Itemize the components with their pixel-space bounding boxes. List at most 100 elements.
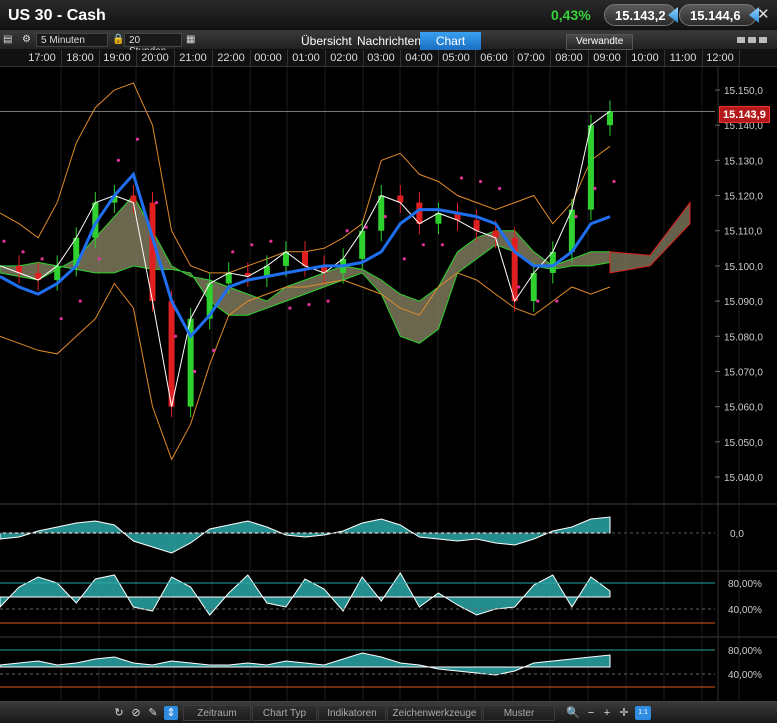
bid-price-button[interactable]: 15.143,2 bbox=[604, 4, 678, 26]
price-axis-label: 15.110,0 bbox=[724, 227, 763, 238]
sar-dot bbox=[59, 317, 63, 321]
time-tick: 07:00 bbox=[517, 52, 545, 64]
zoom-in-icon[interactable]: + bbox=[600, 706, 614, 720]
sar-dot bbox=[459, 176, 464, 180]
time-tick: 22:00 bbox=[217, 52, 245, 64]
time-tick-separator bbox=[550, 50, 551, 67]
sar-dot bbox=[402, 257, 406, 261]
time-tick-separator bbox=[702, 50, 703, 67]
time-tick-separator bbox=[61, 50, 62, 67]
candle-body bbox=[568, 209, 575, 252]
scale-icon[interactable]: 1:1 bbox=[635, 706, 651, 720]
ask-price-button[interactable]: 15.144,6 bbox=[679, 4, 759, 26]
candle-body bbox=[530, 272, 537, 302]
sar-dot bbox=[269, 239, 273, 243]
sar-dot bbox=[593, 186, 597, 191]
time-tick: 12:00 bbox=[706, 52, 734, 64]
sar-dot bbox=[421, 243, 425, 247]
tab-overview[interactable]: Übersicht bbox=[295, 32, 358, 50]
time-tick: 21:00 bbox=[179, 52, 207, 64]
drawing-mode-icon[interactable]: ⇕ bbox=[164, 706, 178, 720]
chart-type-button[interactable]: Chart Typ bbox=[252, 705, 317, 721]
sar-dot bbox=[498, 186, 502, 191]
time-tick: 17:00 bbox=[28, 52, 56, 64]
time-tick-separator bbox=[212, 50, 213, 67]
time-tick: 01:00 bbox=[292, 52, 320, 64]
close-icon[interactable]: ✕ bbox=[757, 5, 770, 23]
gear-icon[interactable]: ⚙ bbox=[22, 34, 31, 45]
price-axis-label: 15.060,0 bbox=[724, 403, 763, 414]
price-axis-label: 15.100,0 bbox=[724, 262, 763, 273]
price-axis-label: 15.150,0 bbox=[724, 86, 763, 97]
sar-dot bbox=[21, 250, 25, 254]
tab-chart[interactable]: Chart bbox=[420, 32, 481, 50]
lock-icon[interactable]: 🔒 bbox=[112, 34, 124, 45]
tab-news[interactable]: Nachrichten bbox=[351, 32, 427, 50]
restore-icon[interactable] bbox=[748, 37, 756, 43]
cancel-icon[interactable]: ⊘ bbox=[129, 706, 143, 720]
macd-histogram bbox=[0, 516, 611, 554]
sar-dot bbox=[555, 299, 559, 303]
period-button[interactable]: Zeitraum bbox=[183, 705, 251, 721]
sar-dot bbox=[345, 229, 349, 233]
time-tick-separator bbox=[250, 50, 251, 67]
candle-body bbox=[168, 301, 175, 407]
zoom-out-icon[interactable]: − bbox=[584, 706, 598, 720]
rsi-axis-label: 80,00% bbox=[728, 646, 762, 657]
time-tick: 10:00 bbox=[631, 52, 659, 64]
rsi-axis-label: 40,00% bbox=[728, 670, 762, 681]
time-tick-separator bbox=[475, 50, 476, 67]
candle-body bbox=[587, 125, 594, 210]
time-tick: 02:00 bbox=[330, 52, 358, 64]
sar-dot bbox=[517, 285, 521, 289]
related-button[interactable]: Verwandte bbox=[566, 34, 634, 50]
sar-dot bbox=[154, 200, 159, 205]
time-tick: 06:00 bbox=[480, 52, 508, 64]
candle-body bbox=[378, 195, 385, 231]
time-tick-separator bbox=[588, 50, 589, 67]
candle-body bbox=[549, 251, 556, 273]
time-tick-separator bbox=[325, 50, 326, 67]
time-tick: 00:00 bbox=[254, 52, 282, 64]
candle-body bbox=[149, 202, 156, 302]
price-axis-label: 15.090,0 bbox=[724, 297, 763, 308]
time-tick: 20:00 bbox=[141, 52, 169, 64]
pencil-icon[interactable]: ✎ bbox=[146, 706, 160, 720]
price-axis-label: 15.130,0 bbox=[724, 156, 763, 167]
minimize-icon[interactable] bbox=[737, 37, 745, 43]
sar-dot bbox=[135, 137, 140, 141]
candle-body bbox=[416, 202, 423, 224]
rsi-oscillator bbox=[0, 652, 611, 676]
drawing-tools-button[interactable]: Zeichenwerkzeuge bbox=[387, 705, 482, 721]
price-axis-label: 15.120,0 bbox=[724, 192, 763, 203]
sar-dot bbox=[326, 299, 330, 303]
calendar-icon[interactable]: ▦ bbox=[186, 34, 195, 45]
sar-dot bbox=[383, 215, 387, 219]
time-tick-separator bbox=[287, 50, 288, 67]
refresh-icon[interactable]: ↻ bbox=[112, 706, 126, 720]
sar-dot bbox=[307, 303, 311, 307]
ask-price: 15.144,6 bbox=[690, 8, 741, 23]
list-icon[interactable]: ▤ bbox=[3, 34, 12, 45]
patterns-button[interactable]: Muster bbox=[483, 705, 555, 721]
stoch-axis-label: 80,00% bbox=[728, 579, 762, 590]
maximize-icon[interactable] bbox=[759, 37, 767, 43]
price-axis-label: 15.040,0 bbox=[724, 473, 763, 484]
time-tick-separator bbox=[400, 50, 401, 67]
crosshair-icon[interactable]: ✛ bbox=[617, 706, 631, 720]
chart-toolbar: ▤ ⚙ 5 Minuten 🔒 20 Stunden ▦ Übersicht N… bbox=[0, 31, 777, 57]
title-bar: US 30 - Cash 0,43% 15.143,2 15.144,6 ✕ bbox=[0, 0, 777, 31]
indicators-button[interactable]: Indikatoren bbox=[318, 705, 386, 721]
time-tick-separator bbox=[513, 50, 514, 67]
bottom-toolbar: ↻ ⊘ ✎ ⇕ Zeitraum Chart Typ Indikatoren Z… bbox=[0, 701, 777, 723]
interval-select[interactable]: 5 Minuten bbox=[36, 33, 108, 47]
sar-dot bbox=[478, 179, 483, 184]
sar-dot bbox=[440, 243, 445, 247]
range-select[interactable]: 20 Stunden bbox=[124, 33, 182, 57]
sar-dot bbox=[612, 179, 616, 184]
zoom-icon[interactable]: 🔍 bbox=[566, 706, 580, 720]
time-tick-separator bbox=[739, 50, 740, 67]
time-tick-separator bbox=[136, 50, 137, 67]
time-tick: 03:00 bbox=[367, 52, 395, 64]
price-chart[interactable]: 15.150,015.140,015.130,015.120,015.110,0… bbox=[0, 67, 777, 701]
